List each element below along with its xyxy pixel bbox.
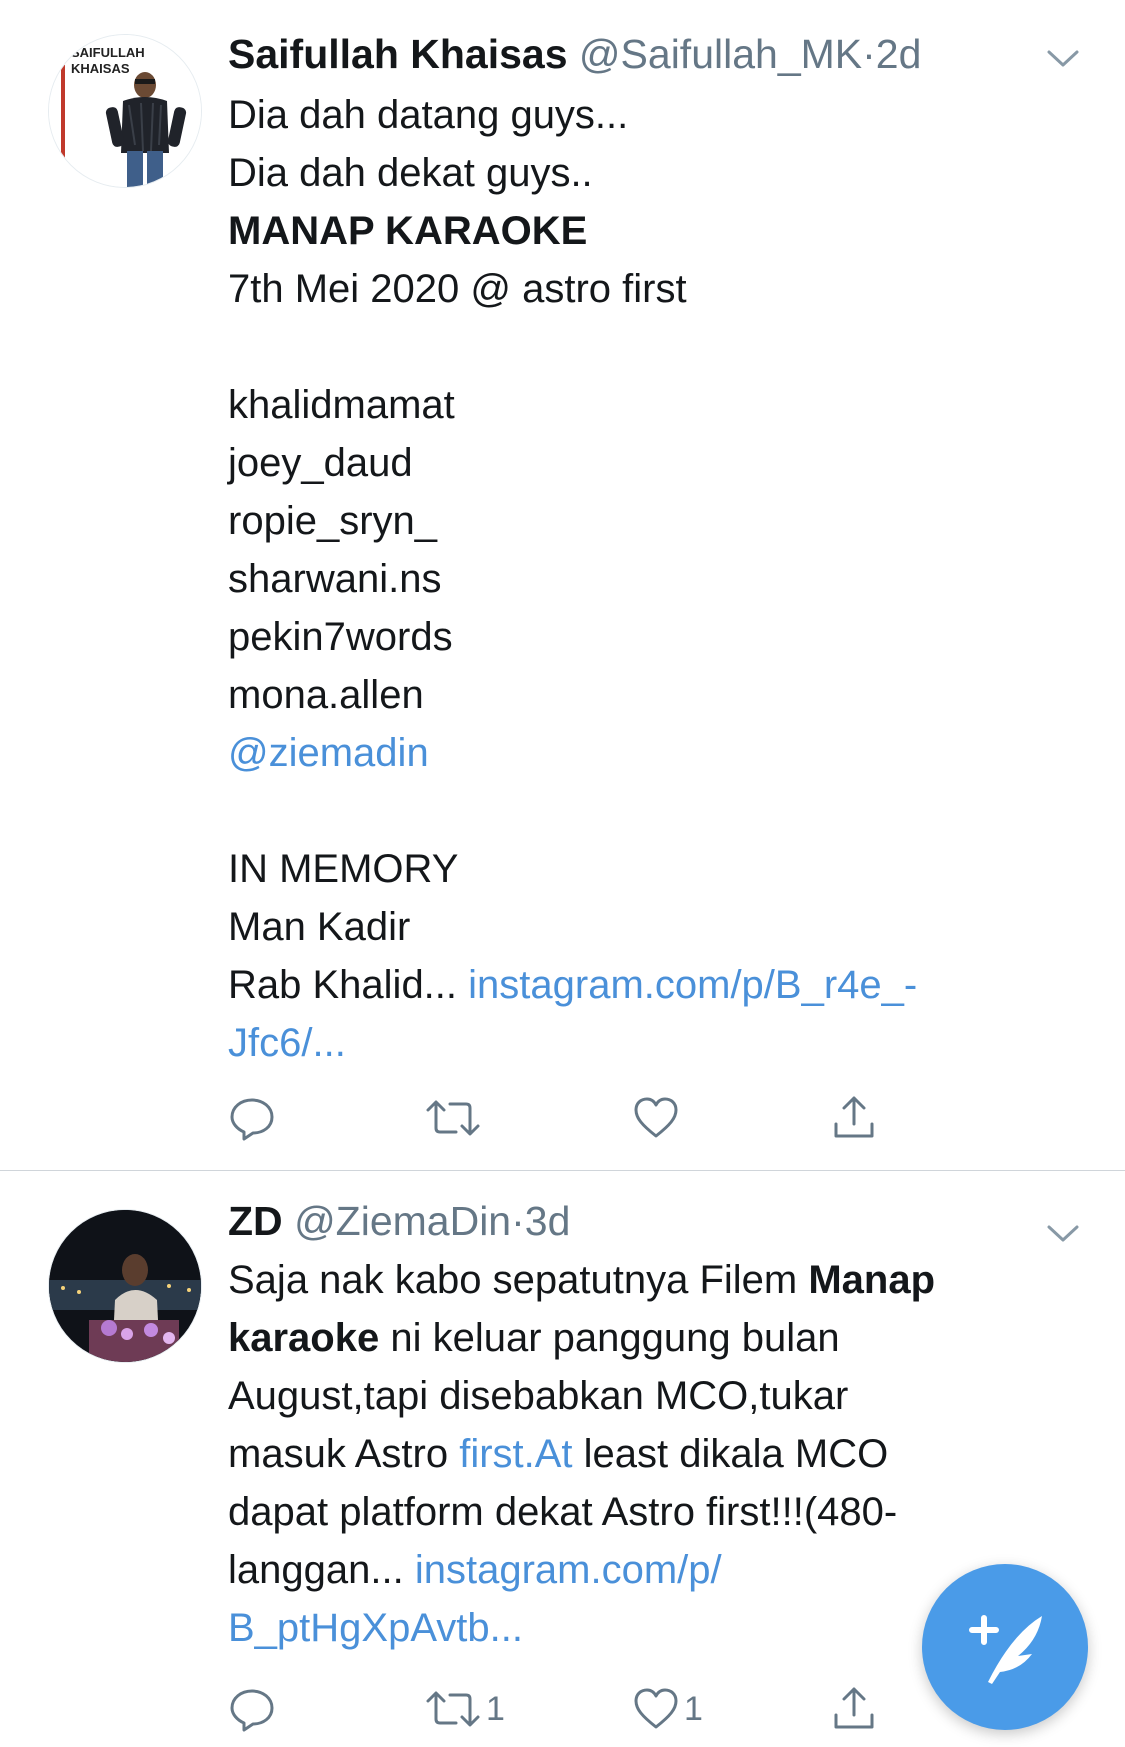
avatar[interactable] [48,1209,202,1363]
heart-icon [634,1097,678,1138]
instagram-link[interactable]: instagram.com/p/ [415,1548,722,1592]
share-button[interactable] [830,1088,878,1148]
compose-tweet-icon [969,1615,1042,1684]
inline-link[interactable]: first.At [459,1432,572,1476]
retweet-icon [426,1691,480,1727]
instagram-link-continued[interactable]: Jfc6/... [228,1014,1068,1072]
author-name[interactable]: Saifullah Khaisas [228,31,568,77]
tweet-line: Rab Khalid... instagram.com/p/B_r4e_- [228,956,1068,1014]
tweet-actions [228,1088,1048,1148]
compose-tweet-button[interactable] [922,1564,1088,1730]
reply-button[interactable] [228,1679,276,1739]
avatar-logo-text-2: KHAISAS [71,61,130,76]
tweet-line: 7th Mei 2020 @ astro first [228,267,687,311]
text-segment: ni keluar panggung bulan [379,1316,840,1360]
tweet-line-bold: MANAP KARAOKE [228,209,588,253]
tweet-time: 2d [875,31,922,77]
bold-segment: Manap [808,1258,936,1302]
heart-icon [634,1688,678,1729]
tweet-saifullah[interactable]: SAIFULLAH KHAISAS Saifullah Khaisas @Sai… [0,0,1125,1170]
tweet-line: ropie_sryn_ [228,499,438,543]
like-button[interactable] [632,1088,684,1148]
chevron-down-icon[interactable] [1043,1213,1083,1253]
tweet-line: IN MEMORY [228,847,459,891]
tweet-header: ZD @ZiemaDin·3d [228,1195,1055,1247]
avatar-image: SAIFULLAH KHAISAS [49,35,201,187]
avatar-logo-text-1: SAIFULLAH [71,45,145,60]
reply-icon [230,1689,274,1732]
tweet-line: Dia dah dekat guys.. [228,151,593,195]
text-segment: least dikala MCO [572,1432,889,1476]
tweet-line: sharwani.ns [228,557,442,601]
author-handle[interactable]: @ZiemaDin [294,1198,511,1244]
share-icon [834,1687,874,1729]
reply-button[interactable] [228,1088,276,1148]
truncated-text: langgan... [228,1548,415,1592]
meta-separator: · [511,1198,525,1244]
reply-icon [230,1098,274,1141]
author-name[interactable]: ZD [228,1198,283,1244]
text-segment: masuk Astro [228,1432,460,1476]
tweet-text: Dia dah datang guys... Dia dah dekat guy… [228,86,1068,1072]
truncated-text: Rab Khalid... [228,963,469,1007]
mention-link[interactable]: @ziemadin [228,724,1068,782]
retweet-icon [426,1100,480,1136]
chevron-down-icon[interactable] [1043,38,1083,78]
like-count: 1 [684,1689,703,1728]
tweet-line: Saja nak kabo sepatutnya Filem Manap [228,1251,1068,1309]
tweet-line: karaoke ni keluar panggung bulan [228,1309,1068,1367]
avatar-image [49,1210,201,1362]
retweet-button[interactable]: 1 [424,1679,505,1739]
instagram-link[interactable]: instagram.com/p/B_r4e_- [468,963,917,1007]
tweet-time: 3d [524,1198,571,1244]
tweet-line: Man Kadir [228,905,411,949]
tweet-line: August,tapi disebabkan MCO,tukar [228,1374,849,1418]
tweet-line: masuk Astro first.At least dikala MCO [228,1425,1068,1483]
avatar[interactable]: SAIFULLAH KHAISAS [48,34,202,188]
author-handle[interactable]: @Saifullah_MK [579,31,862,77]
retweet-button[interactable] [424,1088,486,1148]
share-button[interactable] [830,1679,878,1739]
retweet-count: 1 [486,1689,505,1728]
tweet-line: mona.allen [228,673,424,717]
tweet-line: pekin7words [228,615,453,659]
tweet-line: joey_daud [228,441,413,485]
meta-separator: · [862,31,876,77]
tweet-line: dapat platform dekat Astro first!!!(480- [228,1490,898,1534]
tweet-line: Dia dah datang guys... [228,93,629,137]
like-button[interactable]: 1 [632,1679,703,1739]
text-segment: Saja nak kabo sepatutnya Filem [228,1258,809,1302]
tweet-line: khalidmamat [228,383,455,427]
share-icon [834,1096,874,1138]
bold-segment: karaoke [228,1316,380,1360]
tweet-header: Saifullah Khaisas @Saifullah_MK·2d [228,28,1055,80]
